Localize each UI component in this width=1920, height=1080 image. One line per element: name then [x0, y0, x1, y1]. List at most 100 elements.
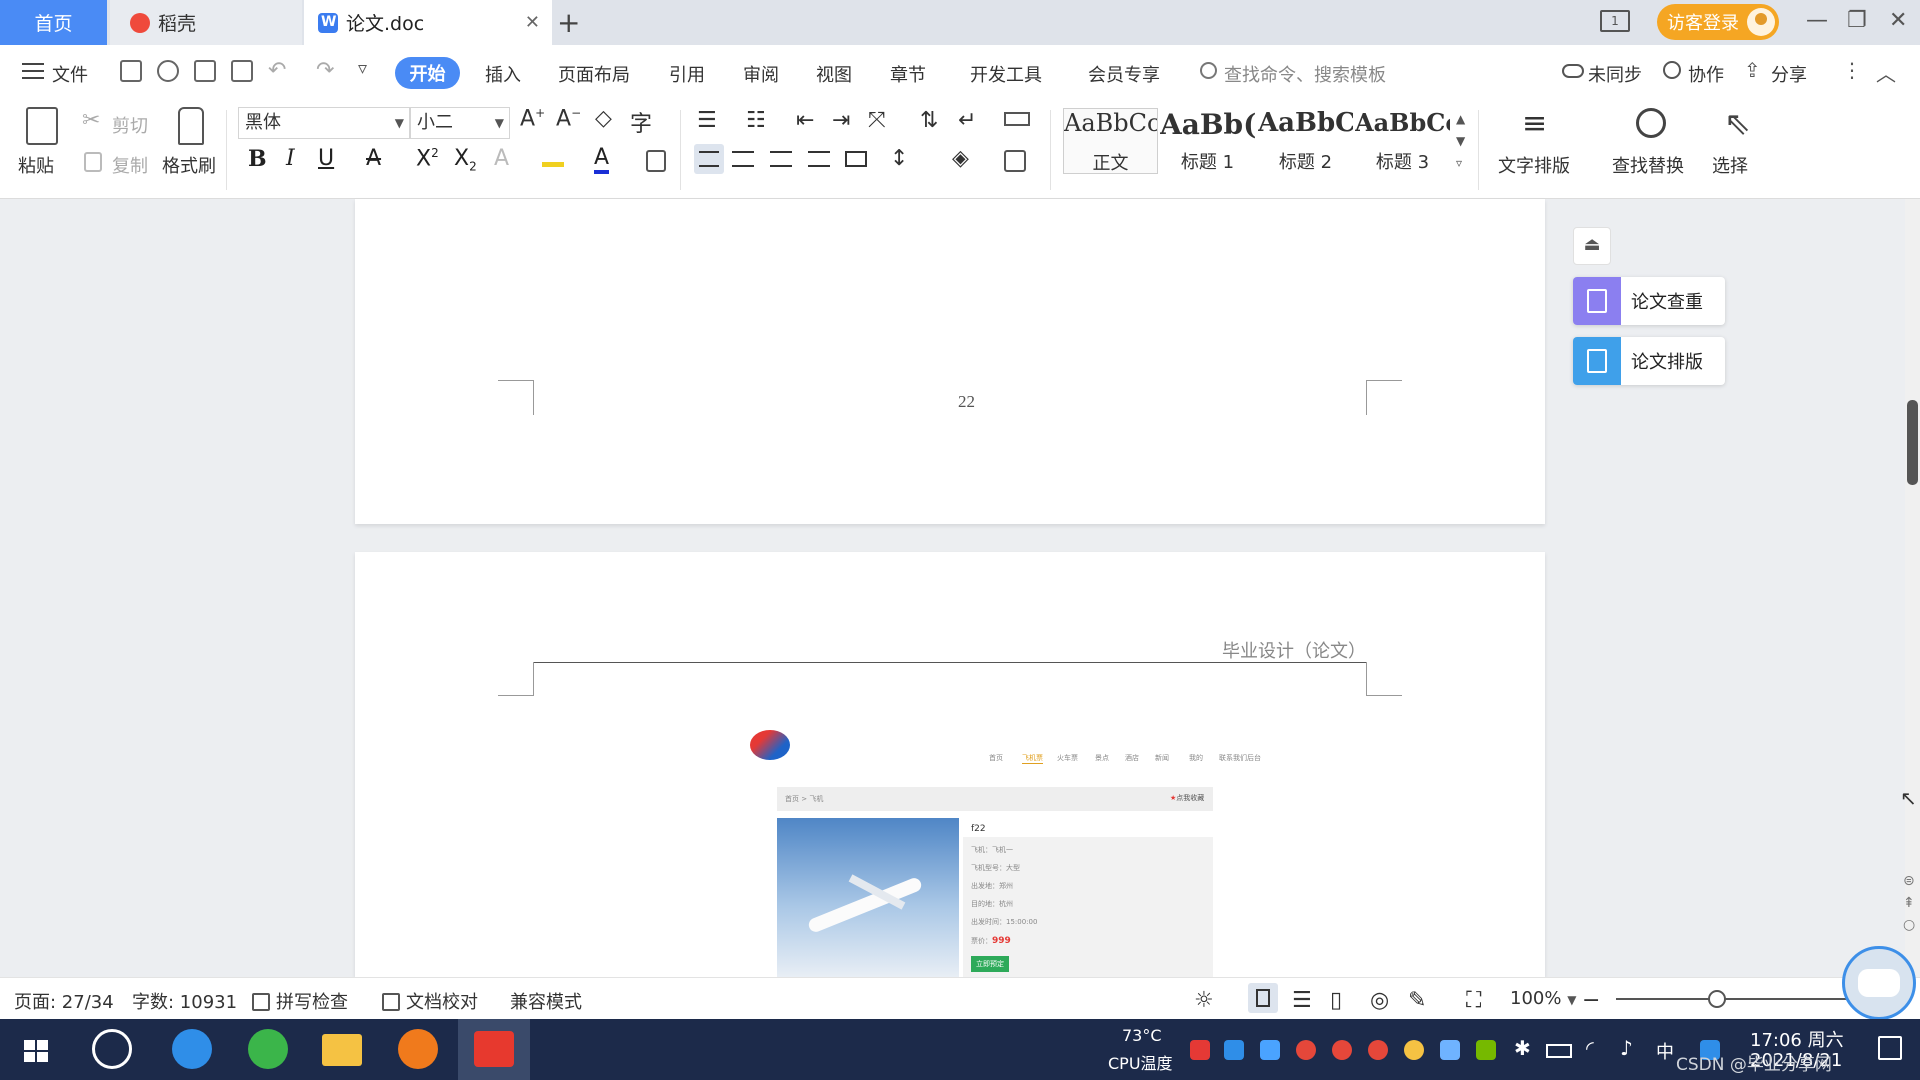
line-break-icon[interactable]: ↵	[958, 108, 976, 133]
superscript-icon[interactable]: X2	[416, 146, 439, 171]
menu-view[interactable]: 视图	[816, 61, 852, 87]
numbered-list-icon[interactable]: ☷	[746, 108, 766, 133]
hamburger-icon[interactable]	[22, 63, 44, 79]
minimize-icon[interactable]: —	[1806, 8, 1828, 33]
format-painter-button[interactable]: 格式刷	[162, 152, 216, 178]
tab-document[interactable]: 论文.doc ✕	[304, 0, 552, 45]
bullet-list-icon[interactable]: ☰	[697, 108, 717, 133]
menu-references[interactable]: 引用	[669, 61, 705, 87]
qq-icon[interactable]	[1296, 1040, 1316, 1060]
command-search-input[interactable]: 查找命令、搜索模板	[1224, 61, 1386, 87]
menu-chapter[interactable]: 章节	[890, 61, 926, 87]
wifi-icon[interactable]: ◜	[1586, 1036, 1594, 1060]
char-border-icon[interactable]	[646, 150, 666, 172]
tray-app-icon[interactable]	[1190, 1040, 1210, 1060]
file-explorer-icon[interactable]	[322, 1034, 362, 1066]
font-name-select[interactable]: 黑体 ▼	[238, 107, 410, 139]
zoom-slider-handle[interactable]	[1708, 990, 1726, 1008]
print-preview-icon[interactable]	[231, 60, 253, 82]
distribute-icon[interactable]	[845, 151, 867, 167]
page-view-button[interactable]	[1248, 983, 1278, 1013]
clock-time[interactable]: 17:06 周六	[1750, 1026, 1844, 1052]
document-page[interactable]	[355, 199, 1545, 524]
menu-insert[interactable]: 插入	[485, 61, 521, 87]
panel-collapse-button[interactable]: ⏏	[1573, 227, 1611, 265]
vertical-scrollbar[interactable]	[1905, 199, 1920, 977]
bluetooth-icon[interactable]: ✱	[1514, 1036, 1531, 1060]
menu-review[interactable]: 审阅	[743, 61, 779, 87]
sync-status-button[interactable]: 未同步	[1588, 61, 1642, 87]
menu-start[interactable]: 开始	[395, 57, 460, 89]
fan-app-icon[interactable]	[92, 1029, 132, 1069]
layout-toggle-icon[interactable]: 1	[1600, 10, 1630, 32]
fit-page-icon[interactable]: ⛶	[1466, 988, 1481, 1013]
highlight-icon[interactable]	[542, 147, 564, 167]
qq-icon[interactable]	[1332, 1040, 1352, 1060]
tray-app-icon[interactable]	[1224, 1040, 1244, 1060]
media-app-icon[interactable]	[398, 1029, 438, 1069]
ime-indicator[interactable]: 中	[1656, 1038, 1674, 1064]
increase-indent-icon[interactable]: ⇥	[832, 108, 850, 133]
line-spacing-icon[interactable]: ↕	[890, 146, 908, 171]
assistant-avatar[interactable]	[1842, 946, 1916, 1020]
style-heading-2[interactable]: AaBbC 标题 2	[1258, 108, 1353, 174]
new-tab-button[interactable]: +	[557, 6, 580, 39]
paste-button[interactable]: 粘贴	[18, 152, 54, 178]
pen-icon[interactable]: ✎	[1408, 988, 1426, 1013]
doc-proofread-button[interactable]: 文档校对	[382, 988, 478, 1014]
menu-page-layout[interactable]: 页面布局	[558, 61, 630, 87]
text-layout-button[interactable]: 文字排版	[1498, 152, 1570, 178]
quick-access-dropdown-icon[interactable]: ▿	[358, 58, 367, 79]
page-indicator[interactable]: 页面: 27/34	[14, 988, 114, 1014]
read-mode-icon[interactable]: ▯	[1330, 988, 1342, 1013]
borders-icon[interactable]	[1004, 150, 1026, 172]
decrease-indent-icon[interactable]: ⇤	[796, 108, 814, 133]
shield-icon[interactable]	[1260, 1040, 1280, 1060]
format-icon[interactable]	[157, 60, 179, 82]
tab-daoke[interactable]: 稻壳	[110, 0, 302, 45]
cut-button[interactable]: 剪切	[112, 112, 148, 138]
print-icon[interactable]	[194, 60, 216, 82]
justify-icon[interactable]	[808, 151, 830, 167]
font-color-icon[interactable]: A	[594, 146, 610, 174]
zoom-slider[interactable]	[1616, 998, 1866, 1000]
battery-icon[interactable]	[1546, 1044, 1572, 1058]
thesis-layout-button[interactable]: 论文排版	[1573, 337, 1725, 385]
browser-360-icon[interactable]	[248, 1029, 288, 1069]
outline-view-icon[interactable]: ☰	[1292, 988, 1312, 1013]
redo-icon[interactable]: ↷	[316, 58, 334, 83]
bold-icon[interactable]: B	[248, 146, 267, 172]
underline-icon[interactable]: U	[318, 146, 334, 171]
more-options-icon[interactable]: ⋮	[1842, 58, 1862, 82]
menu-developer[interactable]: 开发工具	[970, 61, 1042, 87]
ruler-icon[interactable]	[1004, 112, 1030, 126]
collab-button[interactable]: 协作	[1688, 61, 1724, 87]
tab-home[interactable]: 首页	[0, 0, 107, 45]
nvidia-icon[interactable]	[1476, 1040, 1496, 1060]
style-heading-1[interactable]: AaBb( 标题 1	[1160, 108, 1255, 174]
eye-protection-icon[interactable]: ☼	[1194, 988, 1214, 1013]
text-direction-icon[interactable]: ⤧	[868, 108, 886, 133]
scroll-page-controls[interactable]: ⊜ ⇞ ○	[1903, 870, 1915, 936]
subscript-icon[interactable]: X2	[454, 146, 477, 173]
guest-login-button[interactable]: 访客登录	[1657, 4, 1779, 40]
menu-file[interactable]: 文件	[52, 61, 88, 87]
thesis-check-button[interactable]: 论文查重	[1573, 277, 1725, 325]
qq-icon[interactable]	[1368, 1040, 1388, 1060]
wps-taskbar-item[interactable]	[458, 1019, 530, 1080]
select-button[interactable]: 选择	[1712, 152, 1748, 178]
word-count[interactable]: 字数: 10931	[132, 988, 237, 1014]
tray-app-icon[interactable]	[1404, 1040, 1424, 1060]
tray-app-icon[interactable]	[1440, 1040, 1460, 1060]
spell-check-toggle[interactable]: 拼写检查	[252, 988, 348, 1014]
text-effect-icon[interactable]: A	[494, 146, 509, 171]
save-icon[interactable]	[120, 60, 142, 82]
notification-center-icon[interactable]	[1878, 1036, 1902, 1060]
undo-icon[interactable]: ↶	[268, 58, 286, 83]
format-painter-icon[interactable]	[178, 107, 204, 145]
menu-member[interactable]: 会员专享	[1088, 61, 1160, 87]
align-right-icon[interactable]	[770, 151, 792, 167]
style-normal[interactable]: AaBbCcI 正文	[1063, 108, 1158, 174]
clear-format-icon[interactable]: ◇	[595, 106, 612, 131]
copy-button[interactable]: 复制	[112, 152, 148, 178]
